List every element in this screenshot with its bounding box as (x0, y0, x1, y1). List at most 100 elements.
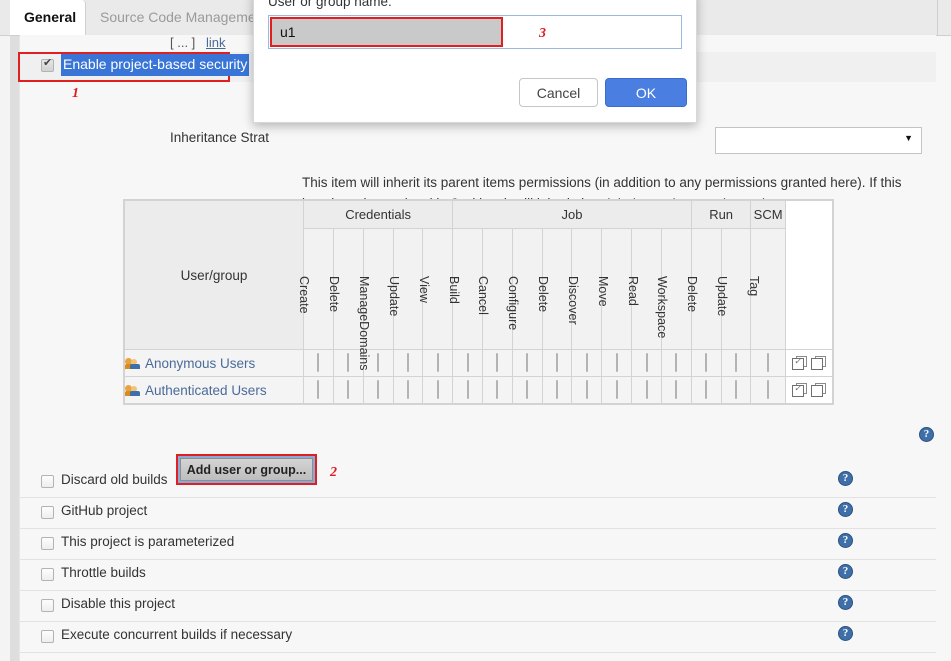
permission-cell[interactable] (720, 376, 752, 404)
permission-checkbox[interactable] (466, 352, 469, 372)
help-icon[interactable]: ? (838, 564, 853, 579)
ok-button[interactable]: OK (605, 78, 687, 107)
permission-cell[interactable] (303, 376, 334, 404)
permission-cell[interactable] (482, 376, 513, 404)
select-none-icon[interactable] (810, 355, 826, 370)
option-checkbox[interactable] (41, 475, 54, 488)
inline-link[interactable]: link (206, 35, 226, 50)
user-or-group-name-input[interactable] (270, 17, 503, 47)
permission-cell[interactable] (720, 349, 752, 377)
permission-cell[interactable] (332, 376, 364, 404)
permission-cell[interactable] (392, 349, 424, 377)
permission-cell[interactable] (422, 349, 454, 377)
option-label[interactable]: Execute concurrent builds if necessary (61, 627, 292, 642)
permission-checkbox[interactable] (585, 352, 588, 372)
help-icon[interactable]: ? (838, 471, 853, 486)
enable-project-based-security-checkbox[interactable] (41, 57, 54, 72)
permission-checkbox[interactable] (645, 352, 648, 372)
permission-checkbox[interactable] (615, 352, 618, 372)
permission-cell[interactable] (690, 349, 722, 377)
permission-cell[interactable] (482, 349, 513, 377)
permission-checkbox[interactable] (377, 352, 380, 372)
permission-cell[interactable] (750, 376, 786, 404)
permission-checkbox[interactable] (317, 352, 320, 372)
inheritance-strategy-select[interactable] (715, 127, 922, 154)
option-checkbox[interactable] (41, 506, 54, 519)
permission-cell[interactable] (601, 349, 633, 377)
permission-cell[interactable] (571, 349, 603, 377)
permission-cell[interactable] (511, 349, 543, 377)
select-all-icon[interactable] (791, 382, 807, 397)
option-label[interactable]: GitHub project (61, 503, 147, 518)
option-label[interactable]: Discard old builds (61, 472, 168, 487)
permission-matrix-head: User/group Credentials Job Run SCM Creat… (123, 200, 834, 371)
matrix-row-name-link[interactable]: Anonymous Users (145, 356, 255, 371)
permission-checkbox[interactable] (767, 352, 770, 372)
permission-cell[interactable] (362, 376, 394, 404)
option-checkbox[interactable] (41, 568, 54, 581)
permission-checkbox[interactable] (735, 379, 738, 399)
help-icon[interactable]: ? (838, 533, 853, 548)
permission-checkbox[interactable] (377, 379, 380, 399)
permission-cell[interactable] (541, 349, 573, 377)
option-checkbox[interactable] (41, 630, 54, 643)
permission-cell[interactable] (511, 376, 543, 404)
permission-checkbox[interactable] (526, 379, 529, 399)
permission-checkbox[interactable] (675, 379, 678, 399)
matrix-row-name-link[interactable]: Authenticated Users (145, 383, 267, 398)
permission-checkbox[interactable] (705, 379, 708, 399)
permission-checkbox[interactable] (347, 379, 350, 399)
permission-cell[interactable] (452, 376, 483, 404)
enable-project-based-security-label[interactable]: Enable project-based security (61, 54, 250, 76)
option-checkbox[interactable] (41, 537, 54, 550)
option-label[interactable]: This project is parameterized (61, 534, 234, 549)
permission-checkbox[interactable] (406, 352, 409, 372)
permission-checkbox[interactable] (645, 379, 648, 399)
permission-checkbox[interactable] (347, 352, 350, 372)
permission-cell[interactable] (631, 349, 662, 377)
permission-cell[interactable] (750, 349, 786, 377)
permission-checkbox[interactable] (556, 379, 559, 399)
permission-checkbox[interactable] (317, 379, 320, 399)
permission-cell[interactable] (660, 349, 692, 377)
permission-checkbox[interactable] (615, 379, 618, 399)
help-icon[interactable]: ? (838, 595, 853, 610)
permission-cell[interactable] (601, 376, 633, 404)
permission-checkbox[interactable] (496, 352, 499, 372)
option-label[interactable]: Throttle builds (61, 565, 146, 580)
permission-cell[interactable] (303, 349, 334, 377)
permission-checkbox[interactable] (735, 352, 738, 372)
cancel-button[interactable]: Cancel (519, 78, 598, 107)
permission-checkbox[interactable] (406, 379, 409, 399)
permission-checkbox[interactable] (526, 352, 529, 372)
permission-cell[interactable] (452, 349, 483, 377)
table-row: Anonymous Users (123, 349, 834, 377)
permission-checkbox[interactable] (556, 352, 559, 372)
option-label[interactable]: Disable this project (61, 596, 175, 611)
permission-checkbox[interactable] (705, 352, 708, 372)
matrix-column-header-label: Configure (506, 276, 521, 331)
help-icon[interactable]: ? (838, 502, 853, 517)
help-icon[interactable]: ? (838, 626, 853, 641)
permission-checkbox[interactable] (675, 352, 678, 372)
permission-cell[interactable] (631, 376, 662, 404)
permission-cell[interactable] (392, 376, 424, 404)
select-none-icon[interactable] (810, 382, 826, 397)
matrix-help-icon[interactable]: ? (919, 427, 934, 442)
permission-checkbox[interactable] (496, 379, 499, 399)
permission-checkbox[interactable] (436, 379, 439, 399)
option-checkbox[interactable] (41, 599, 54, 612)
select-all-icon[interactable] (791, 355, 807, 370)
permission-checkbox[interactable] (585, 379, 588, 399)
bulk-toggle-cell (784, 349, 834, 377)
permission-cell[interactable] (422, 376, 454, 404)
matrix-column-header-label: Move (595, 276, 610, 307)
permission-cell[interactable] (690, 376, 722, 404)
permission-checkbox[interactable] (767, 379, 770, 399)
permission-checkbox[interactable] (466, 379, 469, 399)
permission-checkbox[interactable] (436, 352, 439, 372)
permission-cell[interactable] (571, 376, 603, 404)
permission-cell[interactable] (541, 376, 573, 404)
tab-general[interactable]: General (10, 0, 86, 35)
permission-cell[interactable] (660, 376, 692, 404)
